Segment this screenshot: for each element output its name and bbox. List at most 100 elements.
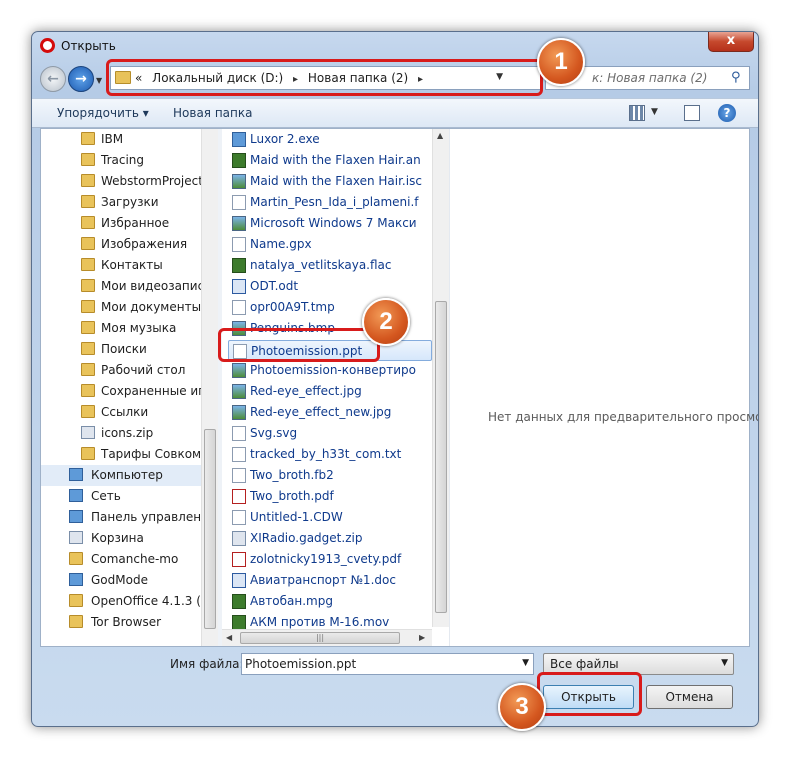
filename-dropdown-icon[interactable]: ▼ [522,658,529,668]
close-button[interactable]: x [708,32,754,52]
sidebar-item[interactable]: Рабочий стол [41,360,201,381]
sidebar-item[interactable]: Компьютер [41,465,219,486]
scroll-up-icon[interactable]: ▲ [437,131,443,140]
filename-value[interactable]: Photoemission.ppt [245,657,356,671]
folder-icon [81,153,95,166]
sidebar-item[interactable]: Поиски [41,339,201,360]
step-badge-2: 2 [362,298,410,346]
sidebar-item-label: Поиски [101,342,147,356]
pdf-icon [232,489,246,504]
navigation-scroll-thumb[interactable] [204,429,216,629]
sidebar-item[interactable]: Tor Browser [41,612,201,633]
file-list-item[interactable]: Two_broth.fb2 [228,465,432,486]
sidebar-item[interactable]: Comanche-mo [41,549,201,570]
content-area: IBM Tracing WebstormProject Загрузки Избранн… [40,128,758,647]
file-list-scroll-thumb[interactable] [435,301,447,613]
sidebar-item[interactable]: Тарифы Совком [41,444,201,465]
file-list-hscroll-thumb[interactable]: ||| [240,632,400,644]
sidebar-item[interactable]: icons.zip [41,423,201,444]
cancel-button[interactable]: Отмена [646,685,733,709]
sidebar-item-label: Компьютер [91,468,163,482]
media-icon [232,594,246,609]
file-list-item[interactable]: Maid with the Flaxen Hair.isc [228,171,432,192]
navigation-scrollbar[interactable] [201,129,218,646]
sidebar-item-label: Мои документы [101,300,201,314]
folder-icon [81,300,95,313]
file-list-item[interactable]: ODT.odt [228,276,432,297]
file-list-item[interactable]: Name.gpx [228,234,432,255]
sidebar-item[interactable]: IBM [41,129,201,150]
file-name: Luxor 2.exe [250,132,320,146]
file-list-item[interactable]: Microsoft Windows 7 Макси [228,213,432,234]
file-list-item[interactable]: zolotnicky1913_cvety.pdf [228,549,432,570]
sidebar-item[interactable]: Моя музыка [41,318,201,339]
filename-field[interactable]: Photoemission.ppt ▼ [241,653,534,675]
document-icon [232,468,246,483]
file-list-item[interactable]: natalya_vetlitskaya.flac [228,255,432,276]
sidebar-item-label: GodMode [91,573,148,587]
media-icon [232,153,246,168]
scroll-grip-icon: ||| [315,633,325,642]
file-list-item[interactable]: Martin_Pesn_Ida_i_plameni.f [228,192,432,213]
file-list-item[interactable]: Авиатранспорт №1.doc [228,570,432,591]
file-type-dropdown-icon[interactable]: ▼ [721,658,728,668]
file-name: Two_broth.fb2 [250,468,334,482]
file-list-scrollbar[interactable]: ▲ [432,129,449,627]
help-icon[interactable]: ? [718,104,736,122]
sidebar-item[interactable]: Мои документы [41,297,201,318]
file-list-item[interactable]: Two_broth.pdf [228,486,432,507]
recycle-bin-icon [69,531,83,544]
sidebar-item[interactable]: Ссылки [41,402,201,423]
file-list-item[interactable]: Svg.svg [228,423,432,444]
sidebar-item[interactable]: Загрузки [41,192,201,213]
file-list-item[interactable]: XIRadio.gadget.zip [228,528,432,549]
folder-icon [81,384,95,397]
sidebar-item[interactable]: Панель управлени [41,507,201,528]
search-icon[interactable]: ⚲ [731,71,745,85]
file-list-item[interactable]: Luxor 2.exe [228,129,432,150]
folder-icon [81,132,95,145]
document-icon [232,426,246,441]
command-toolbar: Упорядочить ▾ Новая папка ▼ ? [32,98,758,128]
sidebar-item[interactable]: OpenOffice 4.1.3 (ru [41,591,201,612]
view-dropdown-icon[interactable]: ▼ [651,107,658,117]
scroll-right-icon[interactable]: ▶ [419,633,425,642]
image-icon [232,405,246,420]
file-list-item[interactable]: Photoemission-конвертиро [228,360,432,381]
file-list-item[interactable]: Maid with the Flaxen Hair.an [228,150,432,171]
new-folder-button[interactable]: Новая папка [173,106,252,120]
file-name: Maid with the Flaxen Hair.isc [250,174,422,188]
sidebar-item[interactable]: Tracing [41,150,201,171]
sidebar-item[interactable]: Контакты [41,255,201,276]
highlight-selected-file [218,328,380,362]
recent-locations-dropdown-icon[interactable]: ▼ [96,76,102,85]
forward-button[interactable]: → [68,66,94,92]
back-button[interactable]: ← [40,66,66,92]
sidebar-item[interactable]: Изображения [41,234,201,255]
file-list-item[interactable]: Red-eye_effect.jpg [228,381,432,402]
step-badge-1: 1 [537,38,585,86]
sidebar-item[interactable]: Избранное [41,213,201,234]
folder-icon [81,279,95,292]
file-name: Name.gpx [250,237,312,251]
scroll-left-icon[interactable]: ◀ [226,633,232,642]
file-list-item[interactable]: Автобан.mpg [228,591,432,612]
preview-pane-icon[interactable] [684,105,700,121]
dialog-title: Открыть [61,39,116,53]
file-list-item[interactable]: tracked_by_h33t_com.txt [228,444,432,465]
file-list-item[interactable]: Untitled-1.CDW [228,507,432,528]
sidebar-item[interactable]: Мои видеозаписи [41,276,201,297]
sidebar-item[interactable]: Корзина [41,528,201,549]
sidebar-item[interactable]: Сеть [41,486,201,507]
control-panel-icon [69,573,83,586]
sidebar-item[interactable]: GodMode [41,570,201,591]
file-list-item[interactable]: Red-eye_effect_new.jpg [228,402,432,423]
sidebar-item[interactable]: WebstormProject [41,171,201,192]
zip-icon [81,426,95,439]
sidebar-item-label: Изображения [101,237,188,251]
file-name: Photoemission-конвертиро [250,363,417,377]
file-list-hscrollbar[interactable]: ◀ ||| ▶ [222,629,432,646]
change-view-icon[interactable] [629,105,645,121]
organize-button[interactable]: Упорядочить ▾ [57,106,149,120]
sidebar-item[interactable]: Сохраненные игр [41,381,201,402]
